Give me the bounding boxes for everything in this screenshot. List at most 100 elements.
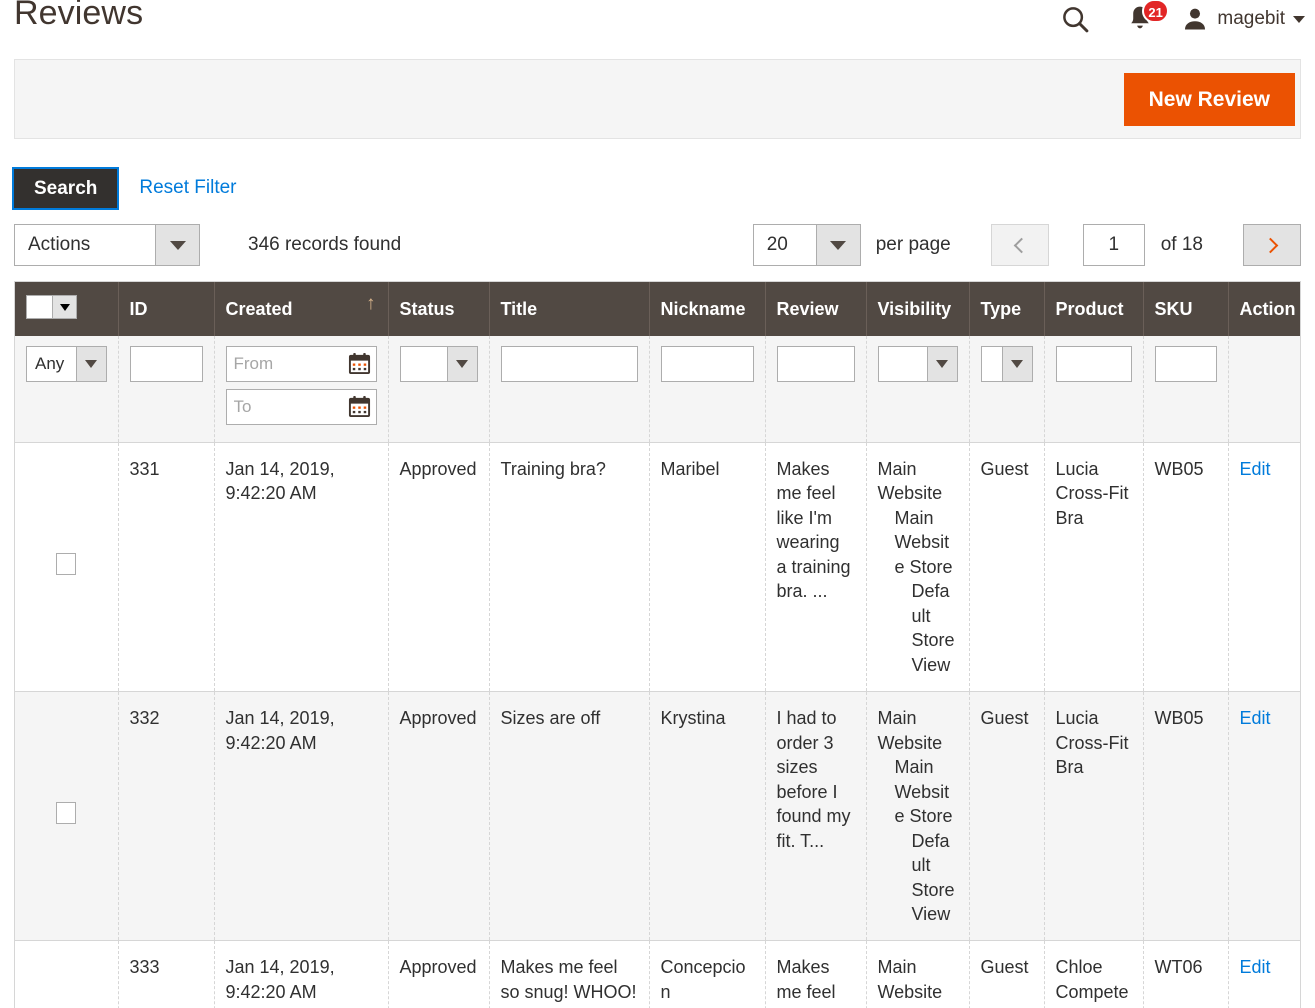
reset-filter-link[interactable]: Reset Filter (139, 177, 236, 199)
user-name: magebit (1217, 8, 1285, 29)
column-header-review[interactable]: Review (765, 282, 867, 336)
massaction-select-value: Actions (28, 234, 91, 255)
table-row[interactable]: 332 Jan 14, 2019, 9:42:20 AM Approved Si… (15, 691, 1300, 942)
row-checkbox-cell (15, 691, 119, 942)
chevron-down-icon (1293, 15, 1305, 23)
notification-count-badge: 21 (1142, 0, 1169, 23)
filter-massaction-value: Any (35, 354, 65, 373)
cell-created: Jan 14, 2019, 9:42:20 AM (214, 442, 389, 693)
column-header-massaction (15, 282, 119, 336)
sort-ascending-icon: ↑ (366, 293, 376, 314)
filter-nickname-input[interactable] (660, 346, 754, 382)
cell-product: Lucia Cross-Fit Bra (1044, 691, 1144, 942)
user-avatar-icon (1185, 8, 1206, 30)
filter-massaction-select[interactable]: Any (26, 346, 107, 382)
column-header-id[interactable]: ID (118, 282, 215, 336)
row-checkbox[interactable] (56, 552, 77, 575)
select-all-checkbox[interactable] (27, 296, 52, 318)
column-header-visibility[interactable]: Visibility (866, 282, 970, 336)
filter-status-value (401, 347, 447, 381)
current-page-input[interactable] (1082, 224, 1145, 266)
row-checkbox-cell (15, 442, 119, 693)
filter-cell-type (969, 336, 1045, 443)
page-title: Reviews (14, 0, 144, 32)
cell-nickname: Krystina (649, 691, 766, 942)
cell-status: Approved (388, 691, 490, 942)
filter-cell-nickname (649, 336, 766, 443)
cell-product: Lucia Cross-Fit Bra (1044, 442, 1144, 693)
filter-cell-massaction: Any (15, 336, 119, 443)
filter-cell-created (214, 336, 389, 443)
search-button[interactable]: Search (11, 166, 120, 210)
table-row[interactable]: 331 Jan 14, 2019, 9:42:20 AM Approved Tr… (15, 442, 1300, 693)
new-review-button[interactable]: New Review (1123, 72, 1295, 126)
cell-sku: WT06 (1143, 940, 1229, 1008)
visibility-store-view: Default Store View (911, 830, 955, 924)
column-header-nickname[interactable]: Nickname (649, 282, 766, 336)
column-header-type[interactable]: Type (969, 282, 1045, 336)
filter-status-select[interactable] (399, 346, 478, 382)
chevron-down-icon (1001, 347, 1032, 381)
filter-id-input[interactable] (129, 346, 203, 382)
cell-product: Chloe Compete Tank (1044, 940, 1144, 1008)
column-header-product[interactable]: Product (1044, 282, 1144, 336)
filter-cell-title (489, 336, 650, 443)
notifications-button[interactable]: 21 (1105, 0, 1175, 33)
edit-link[interactable]: Edit (1240, 708, 1271, 728)
filter-created-to-field (225, 389, 377, 425)
edit-link[interactable]: Edit (1240, 459, 1271, 479)
filter-cell-review (765, 336, 867, 443)
filter-review-input[interactable] (776, 346, 855, 382)
cell-type: Guest (969, 691, 1045, 942)
cell-title: Makes me feel so snug! WHOO! (489, 940, 650, 1008)
calendar-icon[interactable] (348, 352, 371, 375)
grid-filter-actions: Search Reset Filter (11, 166, 1301, 210)
visibility-website: Main Website (877, 957, 943, 1002)
filter-sku-input[interactable] (1154, 346, 1217, 382)
massaction-select[interactable]: Actions (14, 224, 200, 266)
chevron-right-icon (1262, 237, 1278, 253)
filter-type-select[interactable] (980, 346, 1033, 382)
filter-title-input[interactable] (500, 346, 638, 382)
filter-visibility-value (879, 347, 927, 381)
filter-row: Any (15, 336, 1300, 443)
edit-link[interactable]: Edit (1240, 957, 1271, 977)
cell-visibility: Main Website Main Website Store Default … (866, 691, 970, 942)
filter-cell-product (1044, 336, 1144, 443)
cell-review: Makes me feel like I'm wearing a trainin… (765, 442, 867, 693)
chevron-down-icon[interactable] (52, 296, 76, 318)
column-header-sku[interactable]: SKU (1143, 282, 1229, 336)
previous-page-button[interactable] (990, 224, 1049, 266)
user-menu[interactable]: magebit (1175, 5, 1305, 33)
cell-action: Edit (1228, 940, 1300, 1008)
per-page-select[interactable]: 20 (752, 224, 861, 266)
chevron-down-icon (75, 347, 106, 381)
visibility-store-view: Default Store View (911, 581, 955, 675)
page-header: Reviews 21 magebit (0, 0, 1315, 48)
cell-visibility: Main Website Main Website Store Default … (866, 940, 970, 1008)
cell-nickname: Concepcion (649, 940, 766, 1008)
column-header-status[interactable]: Status (388, 282, 490, 336)
column-header-action[interactable]: Action (1228, 282, 1300, 336)
filter-cell-sku (1143, 336, 1229, 443)
next-page-button[interactable] (1243, 224, 1301, 266)
table-row[interactable]: 333 Jan 14, 2019, 9:42:20 AM Approved Ma… (15, 940, 1300, 1008)
global-search-button[interactable] (1045, 4, 1105, 34)
cell-id: 332 (118, 691, 215, 942)
chevron-down-icon (815, 225, 860, 265)
filter-cell-id (118, 336, 215, 443)
filter-product-input[interactable] (1055, 346, 1132, 382)
column-header-title[interactable]: Title (489, 282, 650, 336)
filter-cell-action (1228, 336, 1300, 443)
chevron-down-icon (446, 347, 477, 381)
row-checkbox[interactable] (56, 802, 77, 825)
filter-visibility-select[interactable] (877, 346, 958, 382)
visibility-website: Main Website (877, 459, 943, 504)
calendar-icon[interactable] (348, 395, 371, 418)
cell-visibility: Main Website Main Website Store Default … (866, 442, 970, 693)
filter-type-value (982, 347, 1002, 381)
column-header-created[interactable]: Created ↑ (214, 282, 389, 336)
select-all-dropdown[interactable] (26, 295, 77, 319)
chevron-left-icon (1013, 237, 1030, 253)
records-found-label: 346 records found (248, 234, 402, 255)
